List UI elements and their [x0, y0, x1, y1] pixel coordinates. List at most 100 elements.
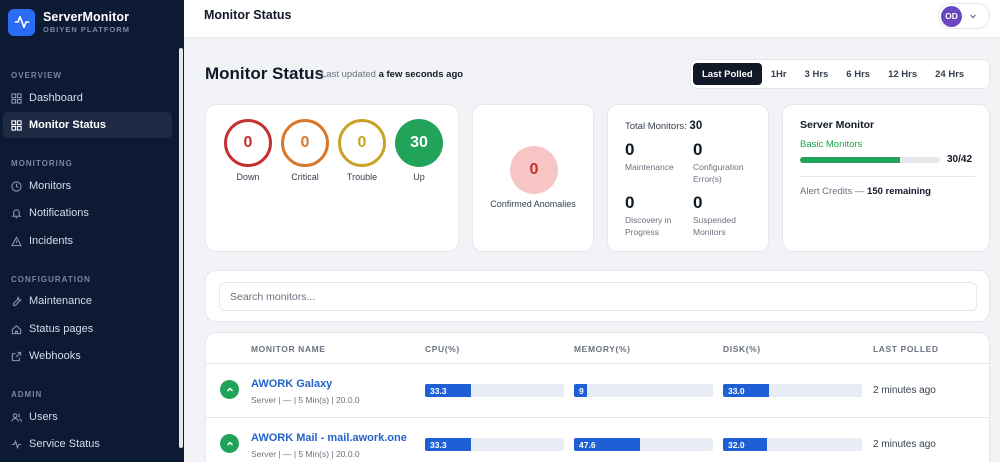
monitor-name-link[interactable]: AWORK Mail - mail.awork.one — [251, 432, 407, 444]
sidebar-scrollbar[interactable] — [179, 48, 183, 448]
total-monitors-value: 30 — [689, 120, 703, 132]
clock-icon — [11, 180, 22, 192]
suspended-count: 0 — [693, 193, 703, 212]
server-monitor-card: Server Monitor Basic Monitors 30/42 Aler… — [782, 104, 990, 252]
time-range-selector: Last Polled 1Hr 3 Hrs 6 Hrs 12 Hrs 24 Hr… — [690, 59, 990, 89]
range-3hrs-button[interactable]: 3 Hrs — [796, 63, 838, 85]
search-card — [205, 270, 990, 322]
sidebar-item-label: Webhooks — [29, 350, 81, 362]
home-icon — [11, 324, 22, 334]
cpu-bar: 33.3 — [425, 384, 564, 397]
nav-section-admin: ADMIN — [11, 390, 43, 399]
monitor-name-link[interactable]: AWORK Galaxy — [251, 378, 332, 390]
disk-bar: 32.0 — [723, 438, 862, 451]
grid-icon — [11, 119, 22, 131]
alert-credits: Alert Credits — 150 remaining — [800, 186, 931, 197]
brand[interactable]: ServerMonitor OBIYEN PLATFORM — [0, 0, 184, 44]
sidebar-item-label: Monitor Status — [29, 119, 106, 131]
totals-card: Total Monitors: 30 0 Maintenance 0 Confi… — [607, 104, 769, 252]
sidebar-item-maintenance[interactable]: Maintenance — [3, 288, 172, 314]
sidebar-item-webhooks[interactable]: Webhooks — [3, 343, 172, 369]
topbar-title: Monitor Status — [204, 8, 292, 22]
down-count-ring[interactable]: 0 — [224, 119, 272, 167]
table-row[interactable]: AWORK Galaxy Server | — | 5 Min(s) | 20.… — [206, 364, 989, 418]
status-summary-card: 0 Down 0 Critical 0 Trouble 30 Up — [205, 104, 459, 252]
anomalies-card: 0 Confirmed Anomalies — [472, 104, 594, 252]
nav-section-overview: OVERVIEW — [11, 71, 62, 80]
up-count-ring[interactable]: 30 — [395, 119, 443, 167]
usage-count: 30/42 — [947, 154, 973, 165]
sidebar-item-label: Maintenance — [29, 295, 92, 307]
sidebar-item-monitors[interactable]: Monitors — [3, 173, 172, 199]
activity-icon — [11, 439, 22, 449]
sidebar-item-users[interactable]: Users — [3, 404, 172, 430]
range-12hrs-button[interactable]: 12 Hrs — [879, 63, 926, 85]
sidebar-item-label: Users — [29, 411, 58, 423]
sidebar-item-status-pages[interactable]: Status pages — [3, 316, 172, 342]
up-label: Up — [413, 172, 425, 182]
sidebar-item-label: Dashboard — [29, 92, 83, 104]
memory-bar: 47.6 — [574, 438, 713, 451]
alert-credits-value: 150 remaining — [867, 186, 931, 197]
sidebar-item-monitor-status[interactable]: Monitor Status — [3, 112, 172, 138]
last-updated-prefix: Last updated — [321, 69, 376, 80]
sidebar-item-incidents[interactable]: Incidents — [3, 228, 172, 254]
status-up-icon — [220, 434, 239, 453]
sidebar-item-dashboard[interactable]: Dashboard — [3, 85, 172, 111]
column-cpu[interactable]: CPU(%) — [425, 344, 460, 354]
topbar: Monitor Status OD — [184, 0, 1000, 38]
range-6hrs-button[interactable]: 6 Hrs — [837, 63, 879, 85]
disk-bar-fill: 33.0 — [723, 384, 769, 397]
memory-bar-fill: 9 — [574, 384, 587, 397]
table-row[interactable]: AWORK Mail - mail.awork.one Server | — |… — [206, 418, 989, 462]
sidebar: ServerMonitor OBIYEN PLATFORM OVERVIEW D… — [0, 0, 184, 462]
wrench-icon — [12, 296, 22, 306]
last-updated: Last updated a few seconds ago — [321, 69, 463, 80]
range-last-polled-button[interactable]: Last Polled — [693, 63, 762, 85]
server-monitor-subtitle: Basic Monitors — [800, 139, 863, 150]
range-1hr-button[interactable]: 1Hr — [762, 63, 796, 85]
external-link-icon — [11, 351, 22, 361]
grid-icon — [11, 92, 22, 104]
trouble-label: Trouble — [346, 172, 378, 182]
monitor-table: MONITOR NAME CPU(%) MEMORY(%) DISK(%) LA… — [205, 332, 990, 462]
warning-icon — [11, 235, 22, 246]
usage-progress-bar — [800, 157, 940, 163]
chevron-down-icon — [970, 14, 976, 19]
total-monitors: Total Monitors: 30 — [625, 120, 702, 132]
sidebar-item-label: Service Status — [29, 438, 100, 450]
users-icon — [11, 412, 22, 422]
trouble-count-ring[interactable]: 0 — [338, 119, 386, 167]
maintenance-label: Maintenance — [625, 162, 674, 172]
range-24hrs-button[interactable]: 24 Hrs — [926, 63, 973, 85]
down-label: Down — [236, 172, 260, 182]
last-updated-value: a few seconds ago — [378, 69, 464, 80]
memory-bar: 9 — [574, 384, 713, 397]
column-disk[interactable]: DISK(%) — [723, 344, 761, 354]
sidebar-item-label: Status pages — [29, 323, 94, 335]
user-menu-button[interactable]: OD — [938, 3, 990, 29]
monitor-meta: Server | — | 5 Min(s) | 20.0.0 — [251, 449, 360, 459]
usage-progress-fill — [800, 157, 900, 163]
discovery-label: Discovery in Progress — [625, 215, 672, 237]
status-up-icon — [220, 380, 239, 399]
sidebar-item-notifications[interactable]: Notifications — [3, 200, 172, 226]
search-input[interactable] — [219, 282, 977, 311]
page-title: Monitor Status — [205, 64, 324, 83]
config-error-count: 0 — [693, 140, 703, 159]
disk-bar: 33.0 — [723, 384, 862, 397]
sidebar-item-label: Notifications — [29, 207, 89, 219]
column-last-polled[interactable]: LAST POLLED — [873, 344, 939, 354]
anomalies-count[interactable]: 0 — [510, 146, 558, 194]
bell-icon — [11, 208, 22, 218]
anomalies-label: Confirmed Anomalies — [490, 199, 576, 209]
disk-bar-fill: 32.0 — [723, 438, 768, 451]
config-error-label: Configuration Error(s) — [693, 162, 744, 184]
column-memory[interactable]: MEMORY(%) — [574, 344, 631, 354]
critical-count-ring[interactable]: 0 — [281, 119, 329, 167]
sidebar-item-service-status[interactable]: Service Status — [3, 431, 172, 457]
brand-name: ServerMonitor — [43, 10, 130, 24]
monitor-meta: Server | — | 5 Min(s) | 20.0.0 — [251, 395, 360, 405]
last-polled: 2 minutes ago — [873, 385, 936, 396]
column-monitor-name[interactable]: MONITOR NAME — [251, 344, 326, 354]
